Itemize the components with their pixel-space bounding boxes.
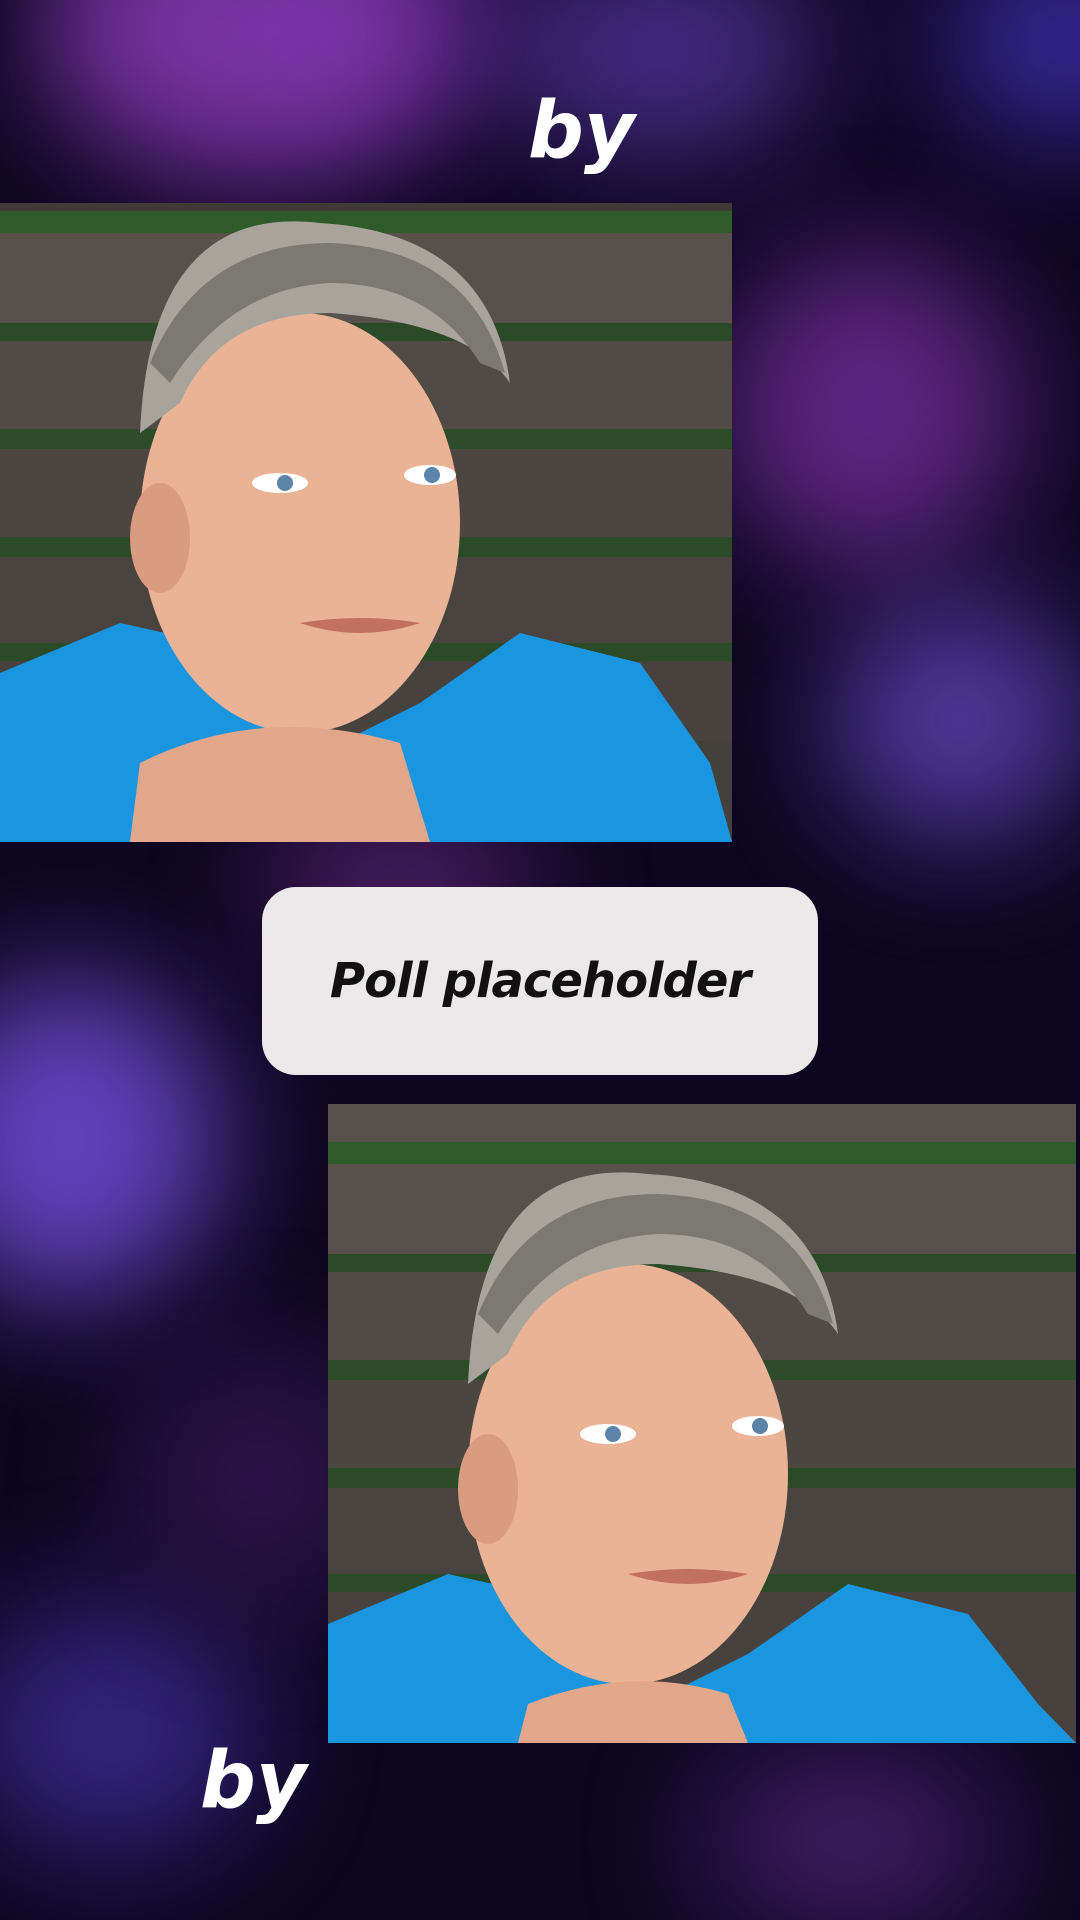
background-blob [700, 1740, 1000, 1920]
author-photo-bottom[interactable] [328, 1104, 1076, 1743]
poll-placeholder[interactable]: Poll placeholder [262, 887, 818, 1075]
background-blob [720, 250, 1020, 570]
poll-placeholder-label: Poll placeholder [329, 953, 751, 1009]
portrait-photo-icon [328, 1104, 1076, 1743]
author-by-label-bottom: by [200, 1736, 307, 1826]
background-blob [40, 0, 460, 180]
background-blob [0, 980, 220, 1300]
background-blob [830, 600, 1080, 840]
author-photo-top[interactable] [0, 203, 732, 842]
author-by-label-top: by [528, 86, 635, 176]
portrait-photo-icon [0, 203, 732, 842]
background-blob [940, 0, 1080, 140]
